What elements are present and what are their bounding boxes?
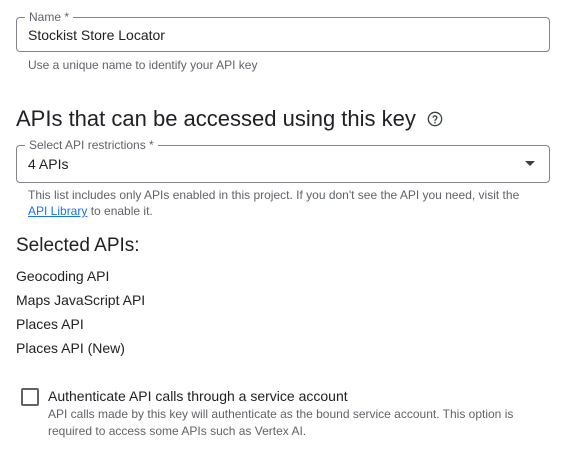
api-restrictions-hint-suffix: to enable it. (87, 204, 153, 218)
api-restrictions-hint-text: This list includes only APIs enabled in … (28, 188, 520, 202)
selected-api-item: Places API (New) (16, 340, 125, 356)
name-field-hint: Use a unique name to identify your API k… (28, 58, 258, 72)
selected-apis-title: Selected APIs: (16, 235, 140, 256)
apis-section-title: APIs that can be accessed using this key (16, 106, 416, 131)
api-library-link[interactable]: API Library (28, 204, 87, 218)
service-account-checkbox-label[interactable]: Authenticate API calls through a service… (48, 387, 348, 405)
api-restrictions-hint: This list includes only APIs enabled in … (28, 187, 528, 219)
service-account-hint: API calls made by this key will authenti… (48, 407, 514, 438)
selected-api-item: Geocoding API (16, 268, 110, 284)
name-field-label: Name * (25, 10, 74, 24)
selected-api-item: Maps JavaScript API (16, 292, 146, 308)
api-restrictions-select[interactable]: Select API restrictions * 4 APIs (16, 138, 550, 183)
name-field[interactable]: Name * Stockist Store Locator (16, 10, 550, 52)
name-input-value[interactable]: Stockist Store Locator (28, 26, 165, 44)
service-account-checkbox[interactable] (21, 388, 39, 406)
api-restrictions-value: 4 APIs (28, 156, 69, 172)
selected-api-item: Places API (16, 316, 84, 332)
help-circle-icon[interactable] (427, 111, 443, 127)
api-restrictions-label: Select API restrictions * (25, 138, 158, 152)
arrow-drop-down-icon[interactable] (525, 161, 535, 166)
